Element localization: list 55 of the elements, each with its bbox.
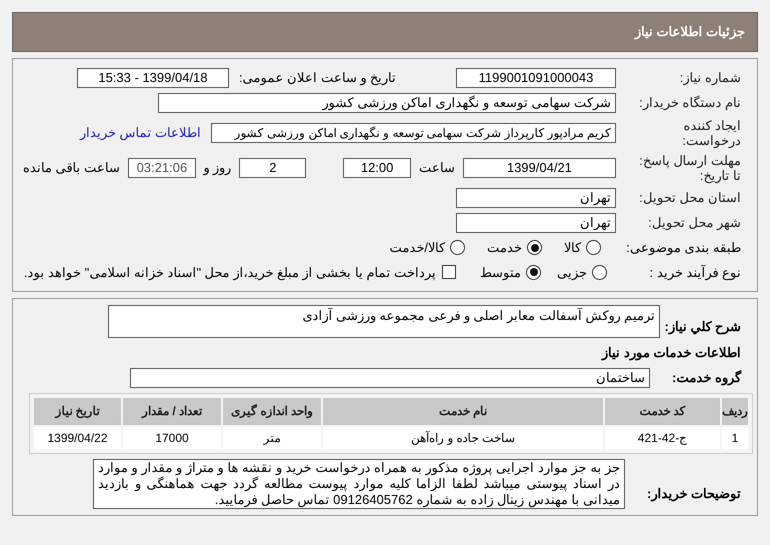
- text-field[interactable]: 1199001091000043: [456, 68, 616, 88]
- field-label: مهلت ارسال پاسخ: تا تاریخ:: [638, 153, 741, 183]
- radio-label: خدمت: [487, 239, 522, 257]
- radio-button[interactable]: [527, 240, 542, 256]
- text-field[interactable]: شرکت سهامی توسعه و نگهداری اماکن ورزشی کشور: [158, 93, 616, 113]
- table-cell: متر: [223, 426, 321, 448]
- text-field[interactable]: 2: [239, 158, 306, 178]
- table-cell: ج-42-421: [605, 426, 720, 448]
- field-label: شماره نیاز:: [678, 69, 741, 88]
- radio-label: جزیی: [557, 264, 587, 282]
- radio-label: کالا/خدمت: [389, 239, 445, 257]
- table-cell: ساخت جاده و راه‌آهن: [323, 426, 603, 448]
- text-area[interactable]: ترمیم روکش آسفالت معابر اصلی و فرعی مجموعه ورزشی آزادی: [108, 305, 660, 338]
- field-label: گروه خدمت:: [672, 368, 741, 388]
- field-label: روز و: [204, 159, 232, 178]
- radio-button[interactable]: [586, 240, 601, 256]
- radio-label: کالا: [564, 239, 581, 257]
- field-label: نام دستگاه خریدار:: [638, 94, 741, 112]
- column-header: تاریخ نیاز: [34, 398, 121, 424]
- field-label: تاریخ و ساعت اعلان عمومی:: [238, 69, 396, 88]
- column-header: کد خدمت: [605, 398, 720, 424]
- text-field[interactable]: ساختمان: [130, 368, 650, 388]
- text-field[interactable]: 03:21:06: [128, 158, 196, 178]
- field-label: طبقه بندی موضوعی:: [625, 239, 741, 258]
- radio-button[interactable]: [526, 264, 541, 280]
- section-heading: اطلاعات خدمات مورد نیاز: [600, 344, 741, 362]
- field-label: ساعت: [418, 159, 455, 178]
- table-cell: 1399/04/22: [34, 426, 121, 448]
- text-field[interactable]: تهران: [456, 188, 616, 208]
- column-header: واحد اندازه گیری: [223, 398, 321, 424]
- text-field[interactable]: کریم مرادپور کارپرداز شرکت سهامی توسعه و نگهداری اماکن ورزشی کشور: [211, 123, 616, 143]
- radio-label: متوسط: [480, 264, 521, 282]
- notes-box: جز به جز موارد اجرایی پروژه مذکور به همراه درخواست خرید و نقشه ها و متراژ و مقدار و موارد در اسناد پیوستی میباشد لطفا الزاما کلیه موارد پیوست مطالعه گردد جهت هماهنگی و بازدید میدانی با مهندس زینال زاده به شماره 09126405762 تماس حاصل فرمایید.: [93, 458, 625, 508]
- text-field[interactable]: 1399/04/21: [462, 158, 616, 178]
- field-label: ساعت باقی مانده: [23, 159, 120, 178]
- table-cell: 1: [722, 426, 748, 448]
- radio-button[interactable]: [450, 240, 465, 256]
- field-label: شهر محل تحویل:: [647, 214, 741, 232]
- text-field[interactable]: 12:00: [343, 158, 411, 178]
- contact-link[interactable]: اطلاعات تماس خریدار: [80, 123, 201, 143]
- page-title: جزئیات اطلاعات نیاز: [634, 23, 745, 42]
- column-header: نام خدمت: [323, 398, 603, 424]
- field-label: توضیحات خریدار:: [646, 484, 741, 504]
- checkbox[interactable]: [442, 265, 456, 280]
- column-header: ردیف: [722, 398, 748, 424]
- field-label: استان محل تحویل:: [638, 189, 741, 208]
- column-header: تعداد / مقدار: [123, 398, 221, 424]
- field-label: شرح کلي نیاز:: [666, 318, 741, 336]
- text-field[interactable]: تهران: [456, 213, 616, 233]
- text-field[interactable]: 1399/04/18 - 15:33: [76, 68, 229, 88]
- field-label: نوع فرآیند خرید :: [648, 264, 741, 282]
- field-label: ایجاد کننده درخواست:: [681, 118, 741, 148]
- radio-button[interactable]: [592, 264, 607, 280]
- checkbox-label: پرداخت تمام یا بخشی از مبلغ خرید،از محل "اسناد خزانه اسلامی" خواهد بود.: [24, 264, 436, 282]
- table-cell: 17000: [123, 426, 221, 448]
